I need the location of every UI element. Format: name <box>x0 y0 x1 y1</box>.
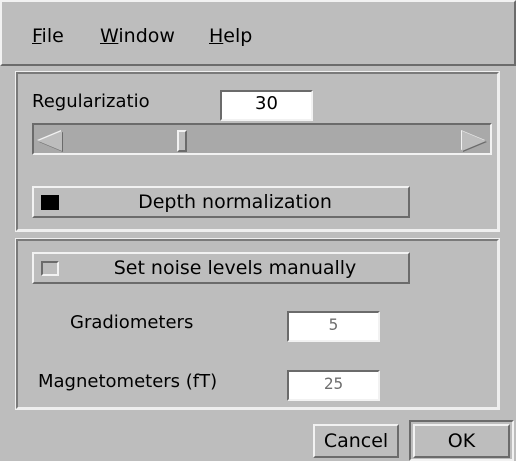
manual-noise-label: Set noise levels manually <box>113 257 357 279</box>
regularization-scrollbar[interactable] <box>32 123 492 155</box>
checkbox-indicator-icon <box>41 195 59 210</box>
menu-help[interactable]: Help <box>209 24 252 48</box>
menu-file[interactable]: File <box>32 24 64 48</box>
gradiometers-input[interactable]: 5 <box>287 311 380 342</box>
regularization-slider-thumb[interactable] <box>176 130 187 152</box>
menu-window-mnemonic: W <box>100 25 119 47</box>
gradiometers-label: Gradiometers <box>70 312 194 333</box>
regularization-group: Regularizatio 30 Depth normalization <box>15 71 515 232</box>
ok-button[interactable]: OK <box>413 424 510 458</box>
magnetometers-input[interactable]: 25 <box>287 370 380 401</box>
menu-bar: File Window Help <box>0 0 516 66</box>
menu-help-mnemonic: H <box>209 25 224 47</box>
checkbox-indicator-icon <box>41 261 59 276</box>
manual-noise-toggle[interactable]: Set noise levels manually <box>32 252 410 284</box>
menu-file-label: ile <box>41 25 64 47</box>
depth-normalization-label: Depth normalization <box>138 191 332 213</box>
menu-window-label: indow <box>118 25 175 47</box>
menu-window[interactable]: Window <box>100 24 175 48</box>
depth-normalization-toggle[interactable]: Depth normalization <box>32 186 410 218</box>
noise-group: Set noise levels manually Gradiometers 5… <box>15 238 515 410</box>
scroll-left-arrow-icon[interactable] <box>38 131 62 151</box>
cancel-button[interactable]: Cancel <box>313 424 399 458</box>
scroll-right-arrow-icon[interactable] <box>462 131 486 151</box>
menu-file-mnemonic: F <box>32 25 42 47</box>
menu-help-label: elp <box>223 25 253 47</box>
regularization-input[interactable]: 30 <box>220 90 313 121</box>
magnetometers-label: Magnetometers (fT) <box>38 371 218 392</box>
regularization-label: Regularizatio <box>32 91 150 112</box>
